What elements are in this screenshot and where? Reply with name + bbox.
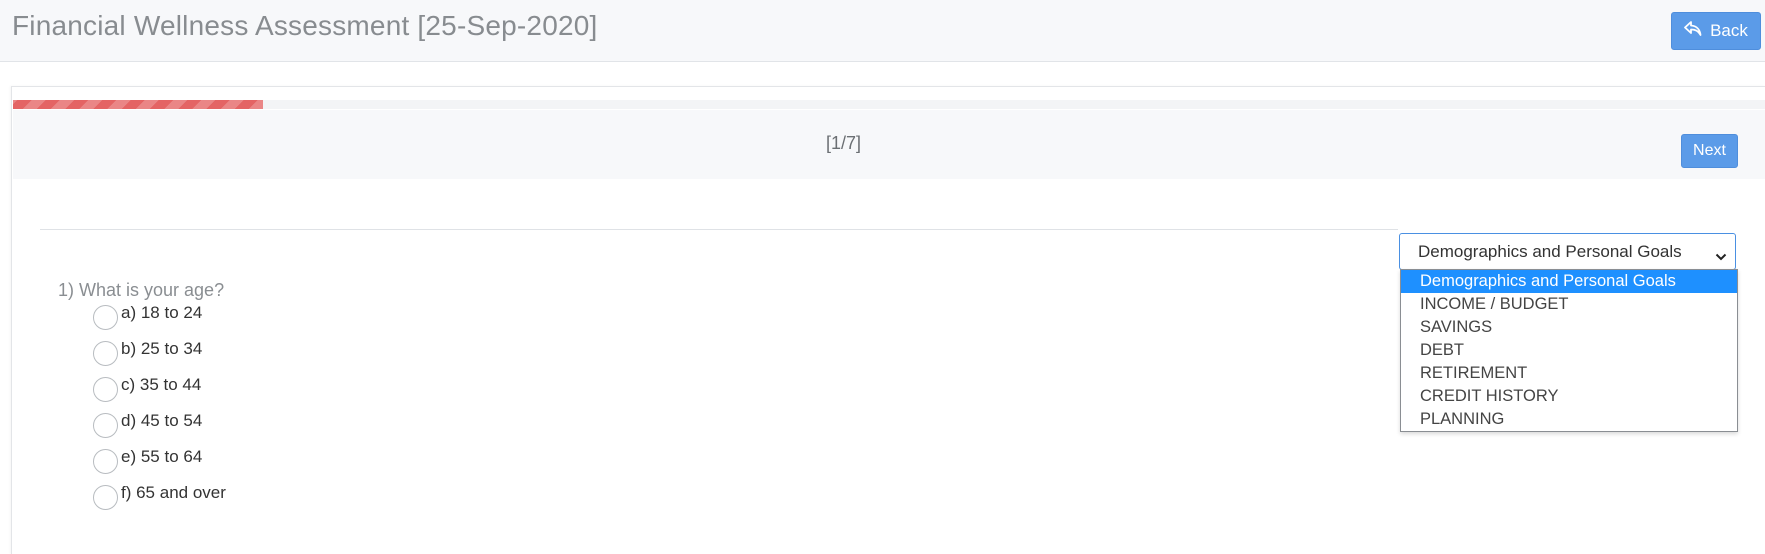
section-option[interactable]: DEBT xyxy=(1401,339,1737,362)
radio-button[interactable] xyxy=(93,340,118,366)
answer-option[interactable]: e) 55 to 64 xyxy=(93,444,203,474)
answer-option-label: f) 65 and over xyxy=(121,483,226,502)
answer-option[interactable]: b) 25 to 34 xyxy=(93,336,203,366)
back-button[interactable]: Back xyxy=(1671,12,1761,50)
answer-option-label: b) 25 to 34 xyxy=(121,339,203,358)
next-button[interactable]: Next xyxy=(1681,134,1738,168)
section-dropdown-list: Demographics and Personal Goals INCOME / … xyxy=(1400,269,1738,432)
page-header: Financial Wellness Assessment [25-Sep-20… xyxy=(0,0,1765,62)
radio-button[interactable] xyxy=(93,304,118,330)
section-option[interactable]: CREDIT HISTORY xyxy=(1401,385,1737,408)
radio-button[interactable] xyxy=(93,484,118,510)
progress-fill xyxy=(13,100,264,109)
section-option[interactable]: Demographics and Personal Goals xyxy=(1401,270,1737,293)
progress-bar xyxy=(13,100,1765,109)
answer-option-label: a) 18 to 24 xyxy=(121,303,203,322)
answer-option-label: c) 35 to 44 xyxy=(121,375,202,394)
radio-button[interactable] xyxy=(93,412,118,438)
answer-option[interactable]: d) 45 to 54 xyxy=(93,408,203,438)
divider xyxy=(40,229,1398,230)
answer-option[interactable]: a) 18 to 24 xyxy=(93,300,203,330)
radio-button[interactable] xyxy=(93,448,118,474)
radio-button[interactable] xyxy=(93,376,118,402)
section-option[interactable]: INCOME / BUDGET xyxy=(1401,293,1737,316)
section-option[interactable]: PLANNING xyxy=(1401,408,1737,431)
page-title: Financial Wellness Assessment [25-Sep-20… xyxy=(12,10,598,41)
question-text: 1) What is your age? xyxy=(58,280,225,300)
answer-option[interactable]: c) 35 to 44 xyxy=(93,372,202,402)
back-button-label: Back xyxy=(1710,21,1748,40)
step-counter: [1/7] xyxy=(826,133,862,153)
reply-arrow-icon xyxy=(1684,20,1702,42)
answer-option-label: d) 45 to 54 xyxy=(121,411,203,430)
section-select-value: Demographics and Personal Goals xyxy=(1418,241,1682,261)
step-bar xyxy=(13,110,1765,179)
section-select[interactable]: Demographics and Personal Goals xyxy=(1399,233,1736,270)
section-option[interactable]: RETIREMENT xyxy=(1401,362,1737,385)
answer-option-label: e) 55 to 64 xyxy=(121,447,203,466)
chevron-down-icon xyxy=(1715,247,1727,261)
answer-option[interactable]: f) 65 and over xyxy=(93,480,226,510)
section-option[interactable]: SAVINGS xyxy=(1401,316,1737,339)
